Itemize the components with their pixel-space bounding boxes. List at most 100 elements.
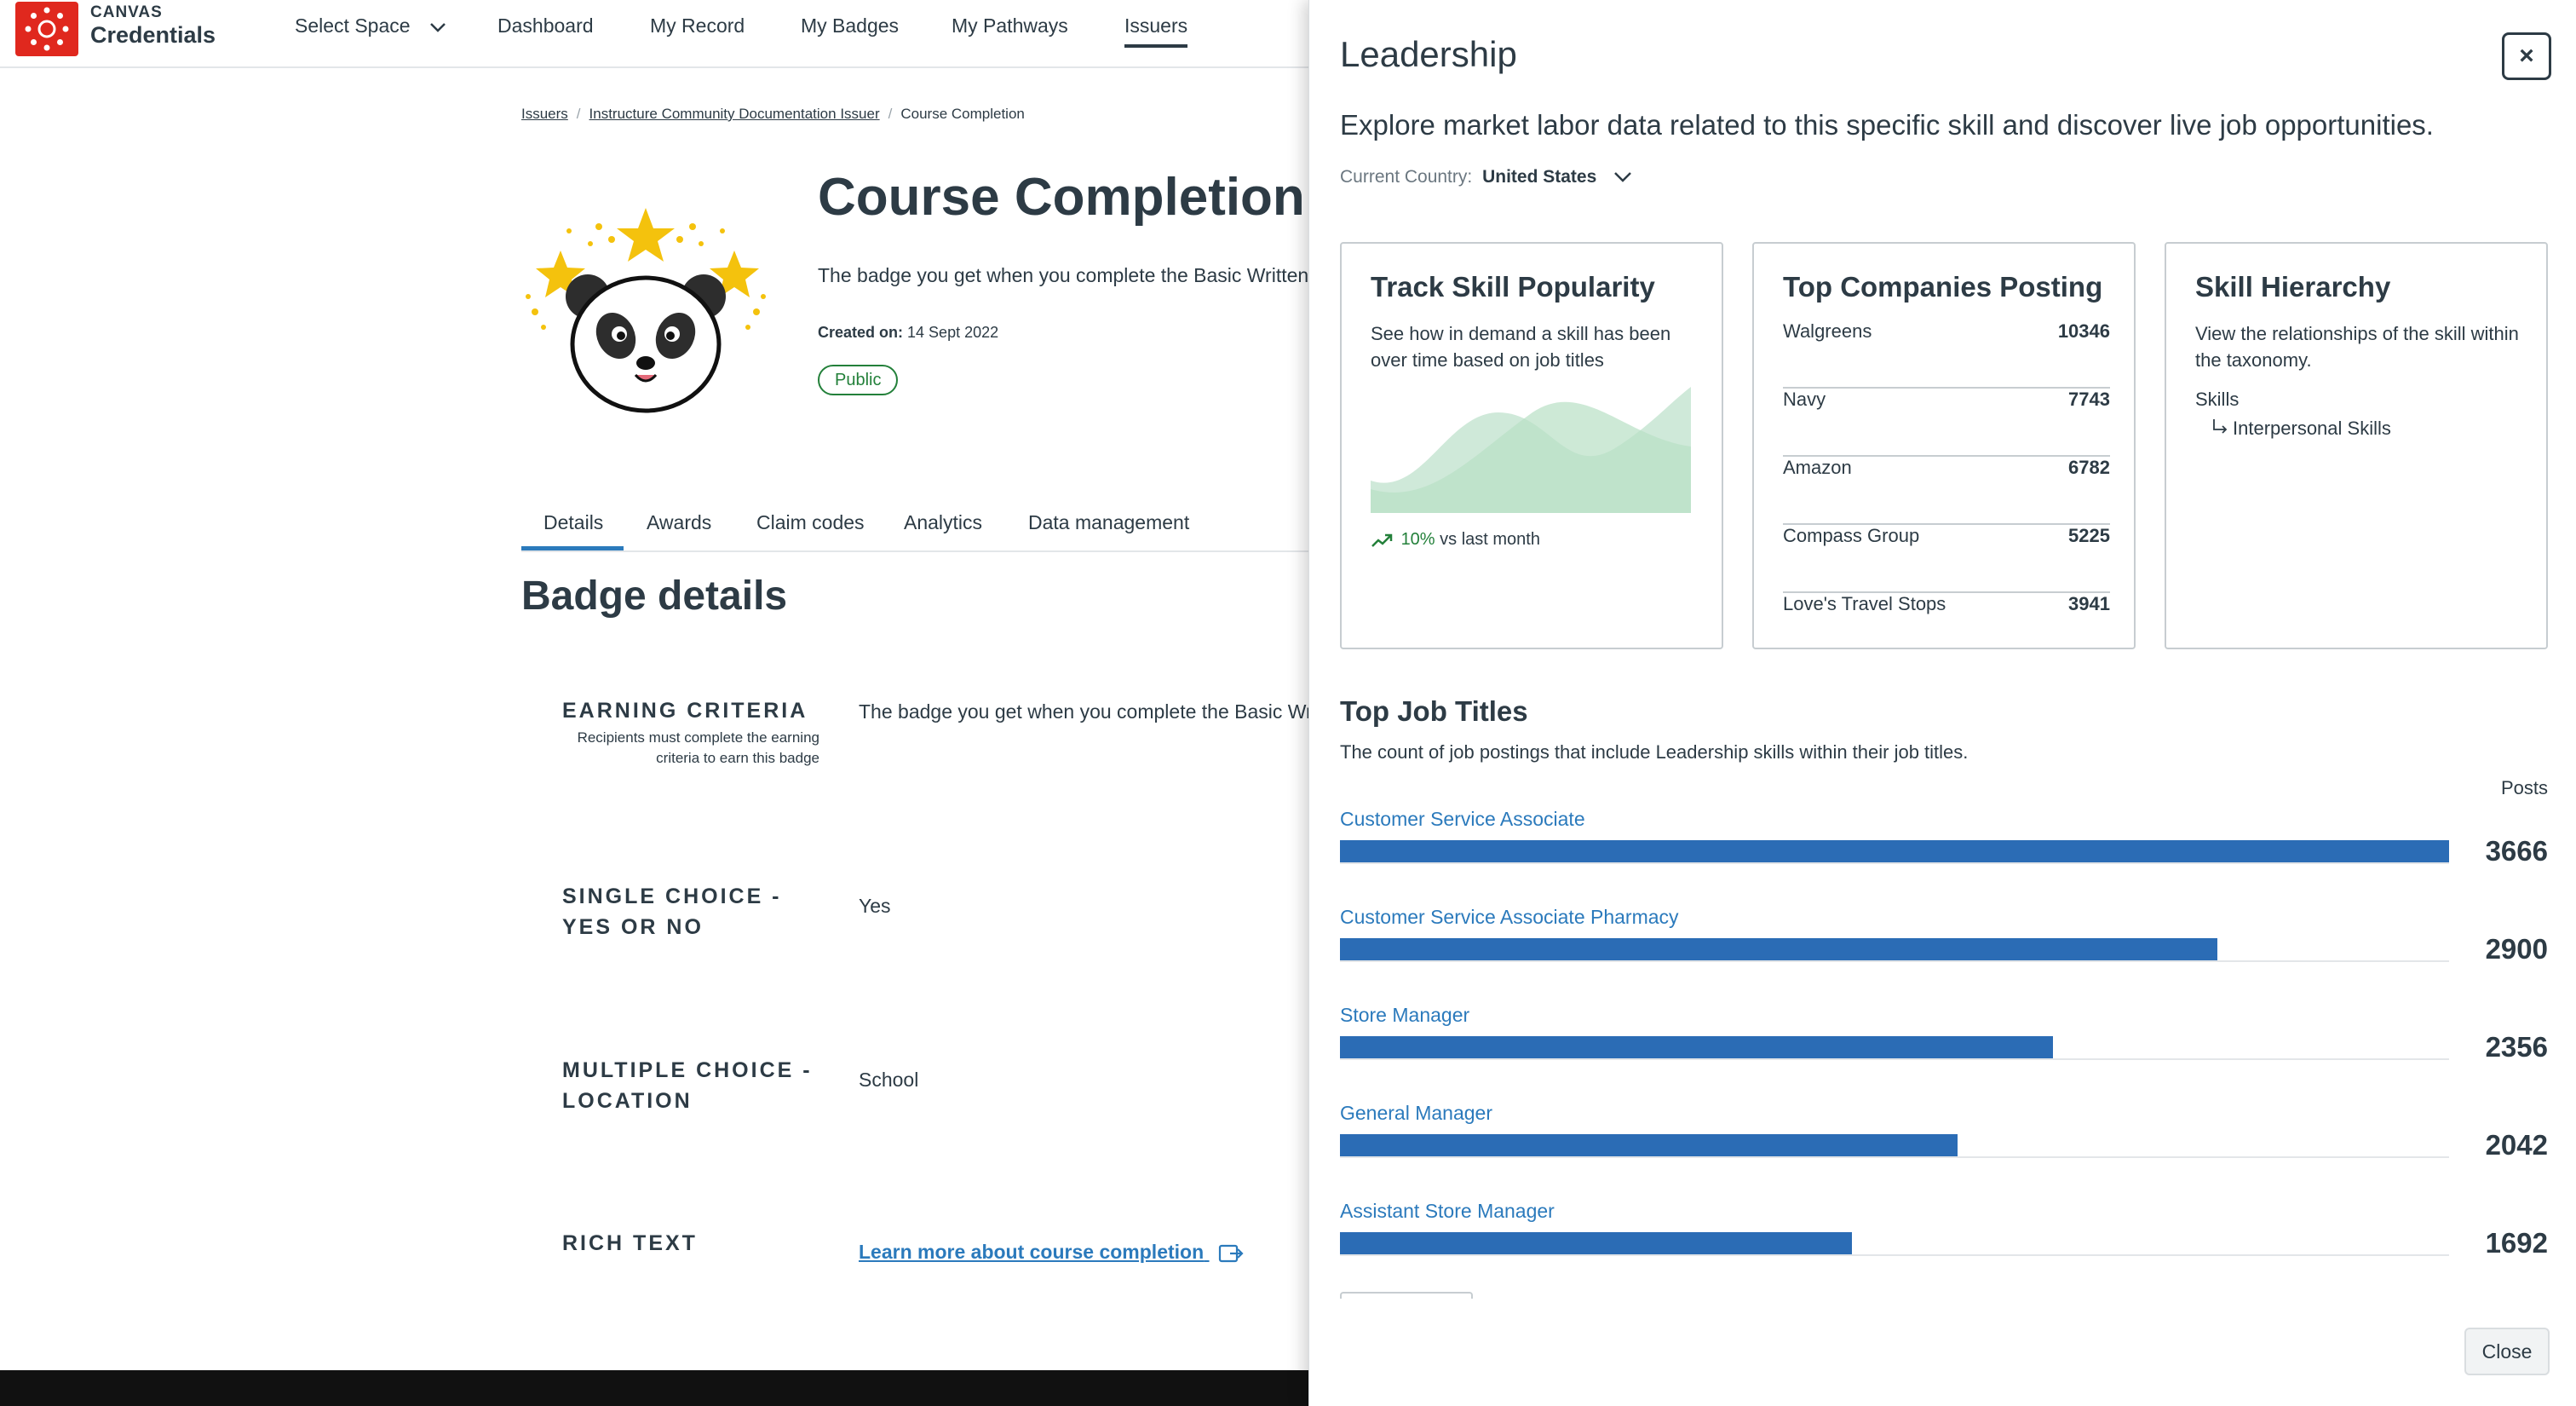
posts-column-label: Posts <box>2500 777 2548 798</box>
job-post-count: 2900 <box>2485 933 2548 965</box>
company-name: Love's Travel Stops <box>1783 593 1946 614</box>
page-footer-bar <box>0 1370 1308 1406</box>
hierarchy-child: Interpersonal Skills <box>2211 418 2391 440</box>
nav-dashboard[interactable]: Dashboard <box>497 14 594 37</box>
external-link-icon <box>1218 1244 1244 1263</box>
job-title-row: Store Manager 2356 <box>1340 1004 2548 1103</box>
company-name: Walgreens <box>1783 320 1872 342</box>
earning-criteria-label: EARNING CRITERIA <box>562 699 808 723</box>
created-value: 14 Sept 2022 <box>907 324 999 341</box>
popularity-suffix: vs last month <box>1440 530 1540 549</box>
close-button[interactable]: Close <box>2464 1328 2550 1375</box>
badge-tabs: Details Awards Claim codes Analytics Dat… <box>521 501 1308 552</box>
tab-awards[interactable]: Awards <box>647 511 711 546</box>
job-title-row: Customer Service Associate 3666 <box>1340 808 2548 907</box>
subdirectory-arrow-icon <box>2213 419 2228 434</box>
country-selector[interactable]: Current Country: United States <box>1340 167 1634 187</box>
job-title-link[interactable]: General Manager <box>1340 1102 1492 1125</box>
hierarchy-child-label: Interpersonal Skills <box>2233 418 2391 439</box>
brand-name: Credentials <box>90 22 216 48</box>
breadcrumb-issuers-link[interactable]: Issuers <box>521 106 568 122</box>
country-label: Current Country: <box>1340 167 1473 187</box>
breadcrumb-issuer-link[interactable]: Instructure Community Documentation Issu… <box>589 106 880 122</box>
company-count: 6782 <box>2068 457 2110 478</box>
job-title-link[interactable]: Store Manager <box>1340 1004 1469 1027</box>
top-navigation: CANVAS Credentials Select Space Dashboar… <box>0 0 1308 68</box>
company-row: Compass Group 5225 <box>1783 525 2110 593</box>
badge-title: Course Completion <box>818 168 1305 227</box>
top-job-titles-heading: Top Job Titles <box>1340 695 1528 727</box>
popularity-title: Track Skill Popularity <box>1371 271 1655 303</box>
close-icon[interactable]: × <box>2502 32 2551 80</box>
company-name: Amazon <box>1783 457 1852 478</box>
hierarchy-text: View the relationships of the skill with… <box>2195 323 2519 371</box>
companies-title: Top Companies Posting <box>1783 271 2103 303</box>
hierarchy-title: Skill Hierarchy <box>2195 271 2391 303</box>
learn-more-link[interactable]: Learn more about course completion <box>859 1241 1244 1264</box>
company-count: 7743 <box>2068 389 2110 410</box>
tab-claim-codes[interactable]: Claim codes <box>756 511 865 546</box>
popularity-text: See how in demand a skill has been over … <box>1371 323 1671 371</box>
multiple-choice-value: School <box>859 1069 919 1091</box>
nav-issuers[interactable]: Issuers <box>1124 14 1188 48</box>
hierarchy-root: Skills <box>2195 389 2240 410</box>
job-bar-track <box>1340 1036 2449 1060</box>
top-companies-card: Top Companies Posting Walgreens 10346 Na… <box>1752 242 2136 649</box>
drawer-intro: Explore market labor data related to thi… <box>1340 109 2434 141</box>
badge-details-heading: Badge details <box>521 573 788 619</box>
country-value: United States <box>1482 167 1597 187</box>
company-count: 5225 <box>2068 525 2110 546</box>
popularity-stat: 10% vs last month <box>1371 530 1540 550</box>
job-bar-track <box>1340 840 2449 864</box>
job-title-row: Assistant Store Manager 1692 <box>1340 1200 2548 1299</box>
drawer-title: Leadership <box>1340 34 1517 74</box>
job-bar-track <box>1340 938 2449 962</box>
tab-analytics[interactable]: Analytics <box>904 511 982 546</box>
chevron-down-icon <box>1614 172 1632 183</box>
company-row: Amazon 6782 <box>1783 457 2110 525</box>
top-job-titles-subtitle: The count of job postings that include L… <box>1340 741 1969 763</box>
job-post-count: 1692 <box>2485 1227 2548 1259</box>
breadcrumb-current: Course Completion <box>900 106 1025 122</box>
popularity-trend-chart <box>1371 387 1691 513</box>
badge-description: The badge you get when you complete the … <box>818 264 1308 286</box>
job-post-count: 3666 <box>2485 835 2548 867</box>
created-date: Created on: 14 Sept 2022 <box>818 324 998 342</box>
job-bar <box>1340 938 2217 960</box>
company-count: 3941 <box>2068 593 2110 614</box>
job-post-count: 2042 <box>2485 1129 2548 1161</box>
skill-drawer: Leadership × Explore market labor data r… <box>1308 0 2576 1406</box>
tab-details[interactable]: Details <box>521 511 624 550</box>
earning-criteria-value: The badge you get when you complete the … <box>859 700 1308 723</box>
job-bar-track <box>1340 1232 2449 1256</box>
nav-my-record[interactable]: My Record <box>650 14 745 37</box>
created-label: Created on: <box>818 324 904 341</box>
company-name: Compass Group <box>1783 525 1920 546</box>
nav-my-badges[interactable]: My Badges <box>801 14 899 37</box>
skill-popularity-card: Track Skill Popularity See how in demand… <box>1340 242 1723 649</box>
brand-name-small: CANVAS <box>90 3 163 21</box>
canvas-logo-icon[interactable] <box>15 2 78 56</box>
panda-badge-image <box>526 208 766 413</box>
select-space-label: Select Space <box>295 14 411 37</box>
job-bar-track <box>1340 1134 2449 1158</box>
company-row: Love's Travel Stops 3941 <box>1783 593 2110 661</box>
nav-my-pathways[interactable]: My Pathways <box>952 14 1068 37</box>
job-bar <box>1340 1134 1958 1156</box>
job-bar <box>1340 1232 1852 1254</box>
company-row: Navy 7743 <box>1783 389 2110 457</box>
tab-data-management[interactable]: Data management <box>1028 511 1189 546</box>
learn-more-link-text: Learn more about course completion <box>859 1241 1205 1263</box>
company-row: Walgreens 10346 <box>1783 320 2110 389</box>
breadcrumb: Issuers / Instructure Community Documentat… <box>521 106 1025 122</box>
job-title-link[interactable]: Customer Service Associate Pharmacy <box>1340 906 1679 929</box>
rich-text-label: RICH TEXT <box>562 1231 698 1255</box>
company-name: Navy <box>1783 389 1826 410</box>
more-content-indicator <box>1340 1292 1473 1299</box>
job-bar <box>1340 1036 2053 1058</box>
job-bar <box>1340 840 2449 862</box>
job-title-link[interactable]: Customer Service Associate <box>1340 808 1585 831</box>
select-space-dropdown[interactable]: Select Space <box>295 14 448 37</box>
chevron-down-icon <box>430 23 446 32</box>
job-title-link[interactable]: Assistant Store Manager <box>1340 1200 1555 1223</box>
